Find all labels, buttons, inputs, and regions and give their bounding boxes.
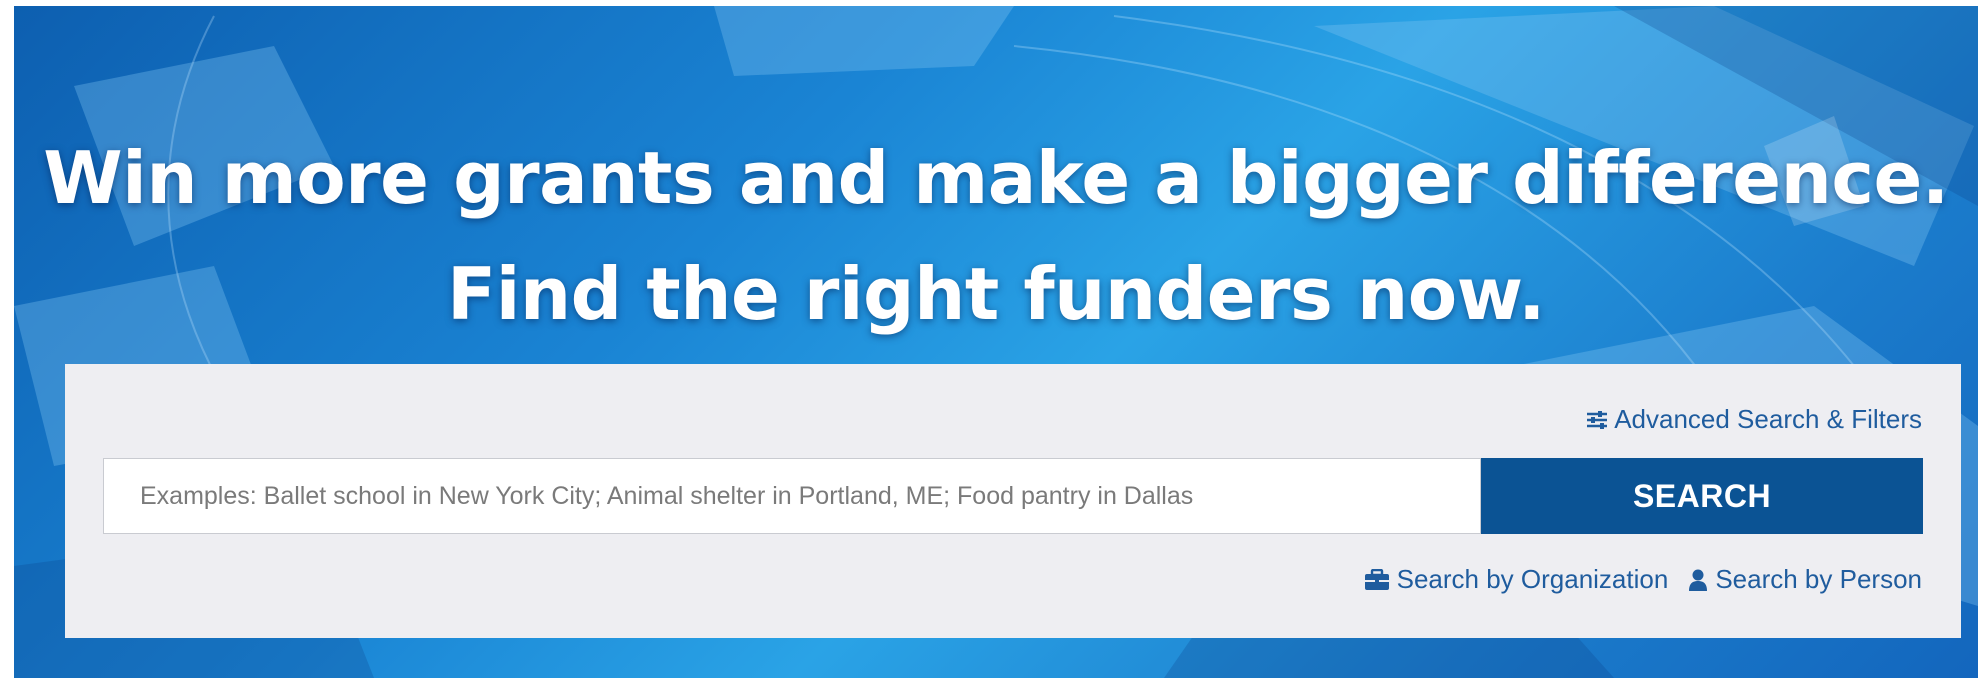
hero-banner: Win more grants and make a bigger differ… xyxy=(14,6,1978,678)
sliders-icon xyxy=(1586,410,1608,430)
search-by-organization-label: Search by Organization xyxy=(1396,564,1669,594)
search-panel: Advanced Search & Filters SEARCH Search … xyxy=(65,364,1961,638)
user-icon xyxy=(1688,569,1708,591)
search-type-links: Search by Organization Search by Person xyxy=(1364,564,1922,595)
headline-secondary: Find the right funders now. xyxy=(447,252,1545,336)
search-by-person-link[interactable]: Search by Person xyxy=(1688,564,1922,595)
advanced-search-label: Advanced Search & Filters xyxy=(1614,404,1922,434)
search-input[interactable] xyxy=(103,458,1481,534)
search-by-person-label: Search by Person xyxy=(1715,564,1922,594)
headline-primary: Win more grants and make a bigger differ… xyxy=(43,136,1949,220)
search-button[interactable]: SEARCH xyxy=(1481,458,1923,534)
search-by-organization-link[interactable]: Search by Organization xyxy=(1364,564,1669,595)
briefcase-icon xyxy=(1364,568,1390,591)
advanced-search-link[interactable]: Advanced Search & Filters xyxy=(1586,404,1922,435)
